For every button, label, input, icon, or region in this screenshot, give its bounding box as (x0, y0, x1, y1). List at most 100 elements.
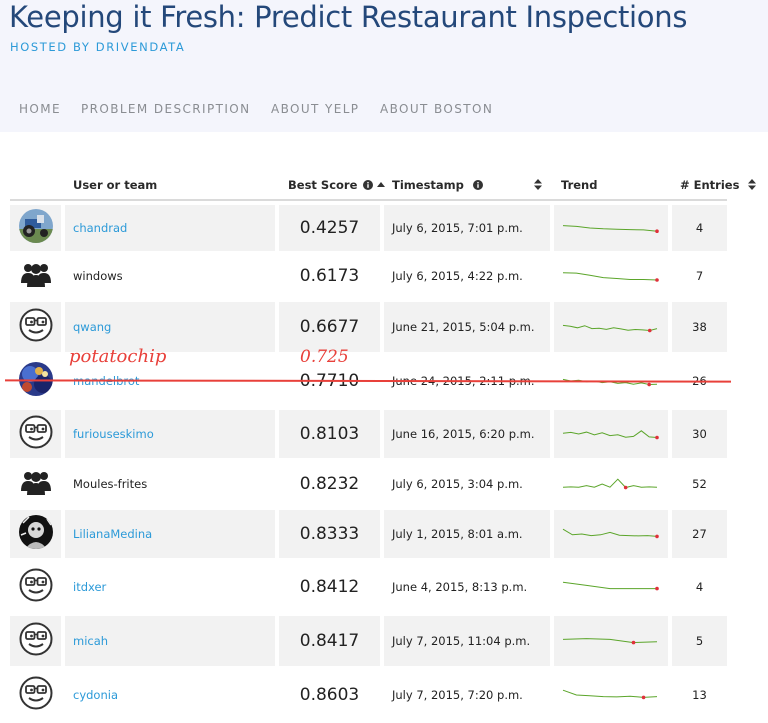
smiley-glasses-icon[interactable] (19, 308, 53, 346)
table-row: Moules-frites 0.8232 July 6, 2015, 3:04 p.… (10, 460, 727, 508)
trend-line (562, 581, 657, 590)
smiley-glasses-icon[interactable] (19, 415, 53, 453)
col-entries-label: # Entries (680, 178, 740, 192)
entries-count: 7 (695, 269, 704, 283)
timestamp-cell: July 1, 2015, 8:01 a.m. (384, 510, 550, 558)
timestamp: July 7, 2015, 7:20 p.m. (392, 688, 523, 702)
best-score: 0.8103 (299, 424, 360, 444)
score-cell: 0.6173 (279, 254, 380, 298)
page-subtitle[interactable]: HOSTED BY DRIVENDATA (10, 40, 185, 54)
entries-count: 52 (692, 477, 707, 491)
trend-best-marker (641, 695, 646, 700)
header-divider (10, 199, 727, 201)
trend-line (562, 528, 658, 537)
user-link[interactable]: chandrad (73, 221, 127, 235)
col-entries-header[interactable]: # Entries (680, 178, 757, 192)
entries-count: 30 (692, 427, 707, 441)
table-row: micah 0.8417 July 7, 2015, 11:04 p.m. 5 (10, 614, 727, 668)
nav-problem-description[interactable]: PROBLEM DESCRIPTION (81, 102, 251, 116)
timestamp: July 6, 2015, 3:04 p.m. (392, 477, 523, 491)
timestamp: July 6, 2015, 7:01 p.m. (392, 221, 523, 235)
smiley-glasses-icon[interactable] (19, 568, 53, 606)
user-cell: furiouseskimo (65, 410, 275, 458)
smiley-glasses-icon[interactable] (19, 676, 53, 714)
user-cell: LilianaMedina (65, 510, 275, 558)
table-row: chandrad 0.4257 July 6, 2015, 7:01 p.m. 4 (10, 203, 727, 253)
user-cell: chandrad (65, 205, 275, 251)
trend-cell (554, 562, 668, 612)
avatar-cell (10, 562, 61, 612)
timestamp: July 7, 2015, 11:04 p.m. (392, 634, 531, 648)
avatar[interactable] (18, 209, 53, 247)
entries-cell: 13 (672, 670, 727, 720)
entries-count: 38 (692, 320, 707, 334)
timestamp-cell: June 21, 2015, 5:04 p.m. (384, 302, 550, 352)
timestamp-cell: June 16, 2015, 6:20 p.m. (384, 410, 550, 458)
user-link[interactable]: LilianaMedina (73, 527, 152, 541)
col-user-header[interactable]: User or team (73, 178, 157, 192)
info-icon[interactable] (363, 180, 374, 190)
smiley-glasses-icon[interactable] (19, 622, 53, 660)
nav-about-boston[interactable]: ABOUT BOSTON (380, 102, 493, 116)
timestamp-cell: July 6, 2015, 4:22 p.m. (384, 254, 550, 298)
trend-sparkline (562, 581, 659, 591)
user-cell: qwang (65, 302, 275, 352)
user-cell: micah (65, 616, 275, 666)
table-row: furiouseskimo 0.8103 June 16, 2015, 6:20 p… (10, 408, 727, 460)
trend-best-marker (647, 328, 652, 333)
handwritten-name-annotation: potatochip (69, 346, 167, 367)
trend-best-marker (655, 534, 659, 539)
best-score: 0.6173 (299, 266, 360, 286)
best-score: 0.8412 (299, 577, 360, 597)
handwritten-score-annotation: 0.725 (300, 347, 349, 367)
user-link[interactable]: cydonia (73, 688, 118, 702)
user-link[interactable]: furiouseskimo (73, 427, 154, 441)
timestamp-cell: July 6, 2015, 3:04 p.m. (384, 462, 550, 506)
trend-sparkline (562, 638, 658, 645)
avatar-cell (10, 302, 61, 352)
info-icon[interactable] (472, 180, 483, 190)
nav-about-yelp[interactable]: ABOUT YELP (271, 102, 359, 116)
best-score: 0.8603 (299, 685, 360, 705)
nav-home[interactable]: HOME (19, 102, 61, 116)
trend-line (562, 638, 658, 644)
trend-best-marker (655, 229, 659, 233)
best-score: 0.6677 (299, 317, 360, 337)
sort-both-icon[interactable] (748, 179, 757, 190)
entries-count: 4 (695, 580, 704, 594)
trend-line (562, 478, 658, 489)
trend-sparkline (562, 430, 659, 440)
trend-best-marker (655, 278, 659, 282)
user-link[interactable]: qwang (73, 320, 111, 334)
table-row: cydonia 0.8603 July 7, 2015, 7:20 p.m. 13 (10, 668, 727, 722)
user-link[interactable]: itdxer (73, 580, 106, 594)
avatar-cell (10, 670, 61, 720)
entries-cell: 27 (672, 510, 727, 558)
best-score: 0.8333 (299, 524, 360, 544)
user-cell: itdxer (65, 562, 275, 612)
trend-cell (554, 302, 668, 352)
col-score-header[interactable]: Best Score (288, 178, 386, 192)
sort-both-icon[interactable] (534, 179, 542, 190)
trend-sparkline (562, 689, 658, 700)
team-icon (20, 261, 51, 291)
entries-cell: 5 (672, 616, 727, 666)
avatar[interactable] (18, 515, 53, 553)
trend-cell (554, 670, 668, 720)
trend-cell (554, 510, 668, 558)
team-icon (20, 469, 51, 499)
trend-cell (554, 205, 668, 251)
trend-best-marker (655, 586, 659, 591)
entries-cell: 30 (672, 410, 727, 458)
trend-sparkline (562, 528, 659, 539)
page-title: Keeping it Fresh: Predict Restaurant Ins… (9, 0, 688, 34)
user-link[interactable]: micah (73, 634, 108, 648)
entries-cell: 4 (672, 562, 727, 612)
trend-cell (554, 616, 668, 666)
trend-best-marker (631, 640, 636, 645)
table-row: itdxer 0.8412 June 4, 2015, 8:13 p.m. 4 (10, 560, 727, 614)
sort-asc-icon[interactable] (377, 181, 386, 189)
entries-count: 5 (695, 634, 704, 648)
timestamp-cell: July 7, 2015, 7:20 p.m. (384, 670, 550, 720)
col-timestamp-header[interactable]: Timestamp (392, 178, 483, 192)
